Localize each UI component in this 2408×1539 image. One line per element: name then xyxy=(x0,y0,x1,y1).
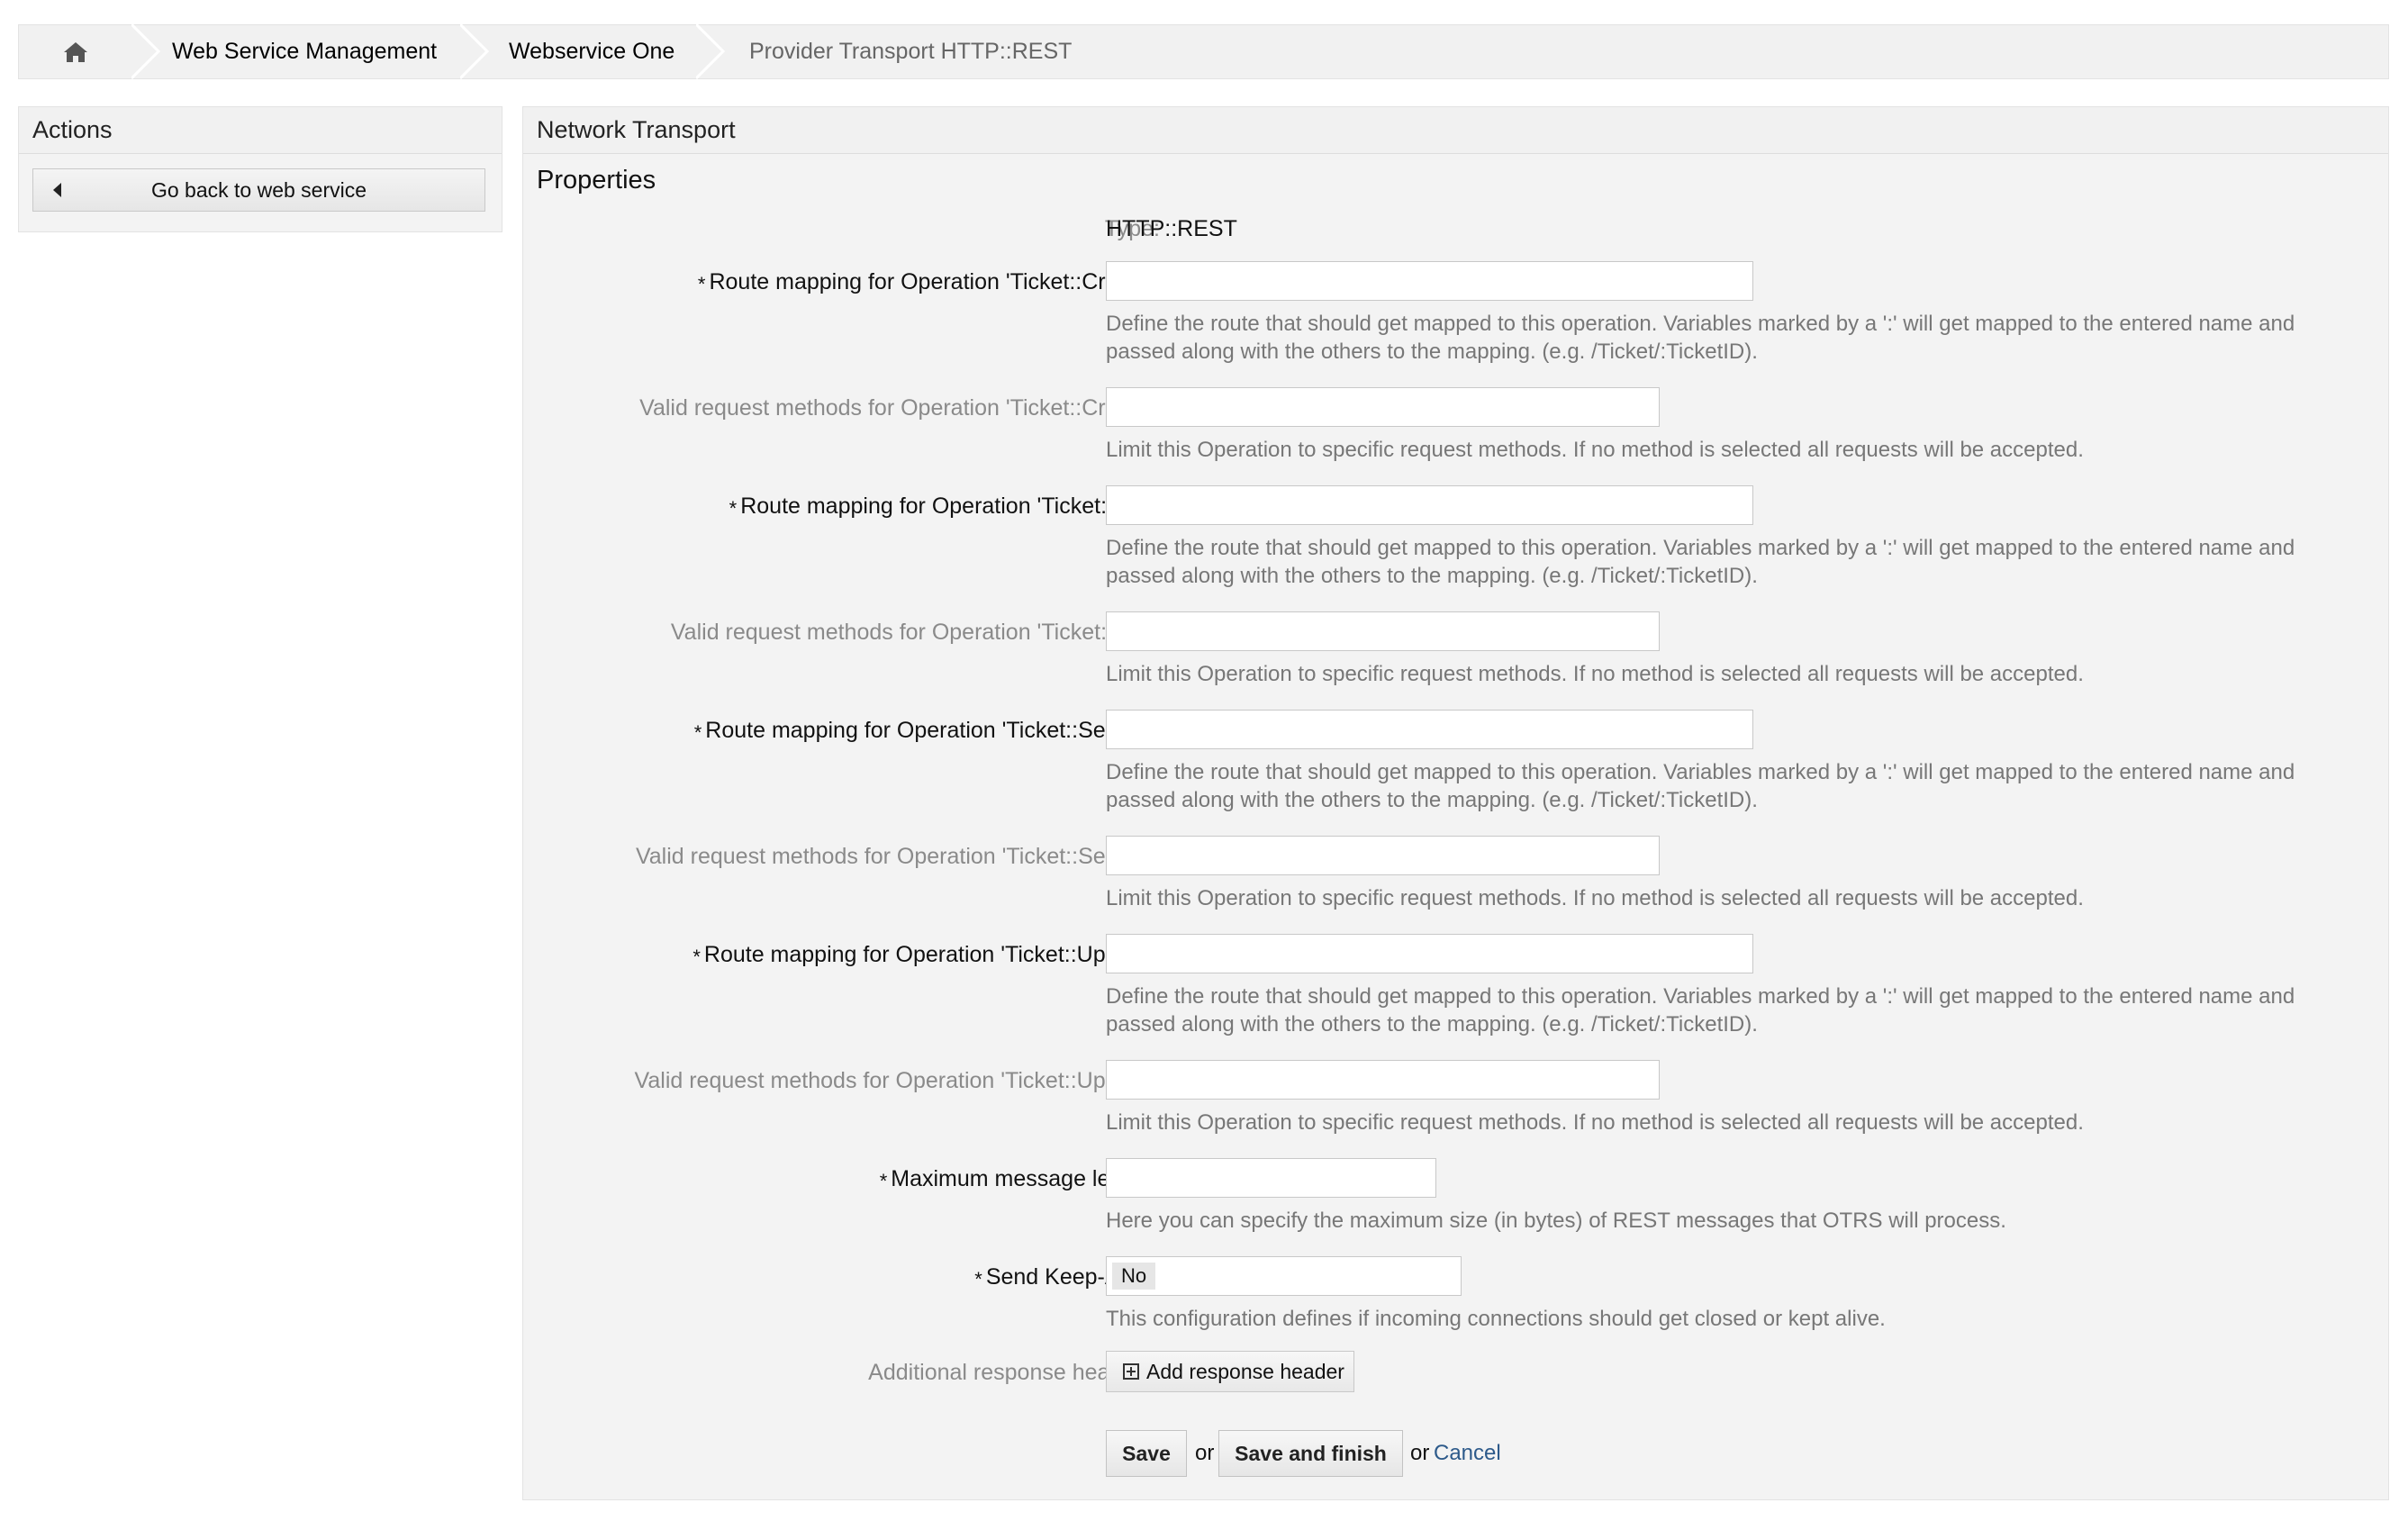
breadcrumb-separator xyxy=(696,24,726,79)
breadcrumb-home[interactable] xyxy=(19,25,131,78)
methods-search-label: Valid request methods for Operation 'Tic… xyxy=(635,844,1160,869)
type-value: HTTP::REST xyxy=(1106,216,1237,241)
add-response-header-label: Add response header xyxy=(1146,1359,1344,1383)
required-marker: * xyxy=(693,721,702,744)
required-marker: * xyxy=(974,1268,982,1290)
required-marker: * xyxy=(879,1170,888,1192)
keep-alive-selected-value: No xyxy=(1112,1263,1156,1290)
or-text: or xyxy=(1410,1441,1430,1465)
or-text: or xyxy=(1195,1441,1215,1465)
breadcrumb-current: Provider Transport HTTP::REST xyxy=(749,39,1073,64)
methods-search-help: Limit this Operation to specific request… xyxy=(1106,886,2084,910)
go-back-button[interactable]: Go back to web service xyxy=(32,168,485,212)
properties-heading: Properties xyxy=(537,166,656,195)
route-get-help: Define the route that should get mapped … xyxy=(1106,536,2295,588)
route-update-help: Define the route that should get mapped … xyxy=(1106,984,2295,1037)
caret-left-icon xyxy=(53,183,61,197)
keep-alive-help: This configuration defines if incoming c… xyxy=(1106,1307,1886,1331)
route-search-label: * Route mapping for Operation 'Ticket::Se… xyxy=(693,718,1160,744)
plus-square-icon xyxy=(1123,1363,1139,1380)
methods-update-select[interactable] xyxy=(1106,1060,1660,1100)
methods-search-select[interactable] xyxy=(1106,836,1660,875)
methods-create-label: Valid request methods for Operation 'Tic… xyxy=(639,395,1160,421)
required-marker: * xyxy=(693,946,701,968)
max-length-help: Here you can specify the maximum size (i… xyxy=(1106,1209,2006,1233)
methods-create-select[interactable] xyxy=(1106,387,1660,427)
breadcrumb-separator xyxy=(131,24,161,79)
route-create-help: Define the route that should get mapped … xyxy=(1106,312,2295,364)
methods-create-help: Limit this Operation to specific request… xyxy=(1106,438,2084,462)
methods-get-help: Limit this Operation to specific request… xyxy=(1106,662,2084,686)
methods-get-label: Valid request methods for Operation 'Tic… xyxy=(670,620,1160,645)
go-back-label: Go back to web service xyxy=(150,177,367,202)
route-search-help: Define the route that should get mapped … xyxy=(1106,760,2295,812)
route-create-label: * Route mapping for Operation 'Ticket::Cr… xyxy=(697,269,1160,295)
breadcrumb-separator xyxy=(460,24,490,79)
save-and-finish-button[interactable]: Save and finish xyxy=(1218,1430,1403,1477)
required-marker: * xyxy=(729,497,738,520)
route-search-input[interactable] xyxy=(1106,710,1753,749)
sidebar-title: Actions xyxy=(19,107,502,154)
save-button[interactable]: Save xyxy=(1106,1430,1187,1477)
keep-alive-select[interactable]: No xyxy=(1106,1256,1462,1296)
max-length-input[interactable] xyxy=(1106,1158,1436,1198)
add-response-header-button[interactable]: Add response header xyxy=(1106,1351,1354,1392)
route-update-input[interactable] xyxy=(1106,934,1753,973)
network-transport-panel: Network Transport Properties Type: HTTP:… xyxy=(522,106,2389,1500)
panel-title: Network Transport xyxy=(523,107,2388,154)
methods-get-select[interactable] xyxy=(1106,611,1660,651)
route-create-input[interactable] xyxy=(1106,261,1753,301)
breadcrumb-item-web-service-management[interactable]: Web Service Management xyxy=(172,25,437,78)
required-marker: * xyxy=(697,273,706,295)
breadcrumb-item-webservice-one[interactable]: Webservice One xyxy=(509,25,674,78)
home-icon xyxy=(63,41,87,62)
route-get-label: * Route mapping for Operation 'Ticket::Ge… xyxy=(729,493,1160,520)
route-get-input[interactable] xyxy=(1106,485,1753,525)
cancel-link[interactable]: Cancel xyxy=(1434,1441,1501,1466)
methods-update-help: Limit this Operation to specific request… xyxy=(1106,1110,2084,1135)
actions-sidebar: Actions Go back to web service xyxy=(18,106,502,232)
breadcrumb: Web Service Management Webservice One Pr… xyxy=(18,24,2389,79)
route-update-label: * Route mapping for Operation 'Ticket::Up… xyxy=(693,942,1160,968)
methods-update-label: Valid request methods for Operation 'Tic… xyxy=(634,1068,1160,1093)
